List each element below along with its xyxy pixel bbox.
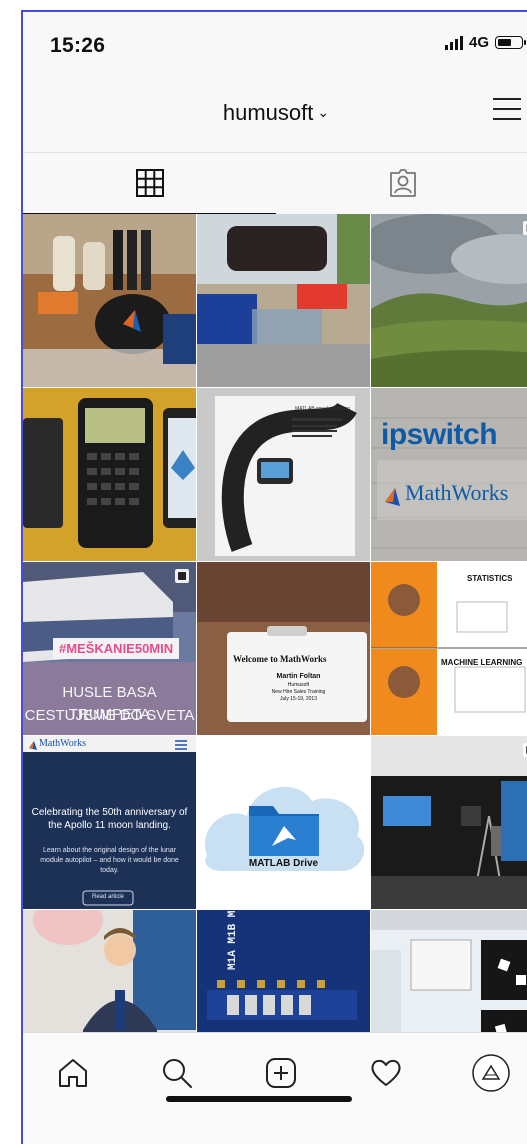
- nav-profile[interactable]: [471, 1053, 511, 1093]
- post-thumbnail[interactable]: ipswitch MathWorks: [371, 388, 527, 561]
- network-label: 4G: [468, 34, 489, 51]
- post-image: [371, 910, 527, 1032]
- story-text-2: CESTUJEME DO SVETA: [24, 707, 195, 724]
- post-image: [197, 388, 370, 561]
- post-thumbnail[interactable]: [371, 736, 527, 909]
- post-thumbnail[interactable]: [371, 214, 527, 387]
- post-image: [371, 388, 527, 561]
- posts-grid: MATLAB speaks Arduino ipswitch MathWorks: [23, 214, 527, 1032]
- post-image: [197, 214, 370, 387]
- post-thumbnail[interactable]: [23, 388, 196, 561]
- post-thumbnail[interactable]: [371, 910, 527, 1032]
- post-image: [371, 736, 527, 909]
- heart-icon: [371, 1059, 401, 1086]
- plus-square-icon: [266, 1058, 296, 1088]
- nav-search[interactable]: [157, 1053, 197, 1093]
- search-icon: [163, 1059, 192, 1088]
- mathworks-brand: MathWorks: [39, 738, 86, 749]
- badge-title: Welcome to MathWorks: [233, 654, 327, 664]
- post-thumbnail[interactable]: #MEŠKANIE50MIN HUSLE BASA TRUMPETA CESTU…: [23, 562, 196, 735]
- username: humusoft: [222, 100, 314, 125]
- post-image: [23, 910, 196, 1032]
- profile-tabs: [23, 152, 527, 215]
- meme-text-1: STATISTICS: [467, 574, 513, 583]
- matlab-drive-label: MATLAB Drive: [248, 858, 319, 869]
- post-image: [371, 214, 527, 387]
- post-thumbnail[interactable]: MATLAB Drive: [197, 736, 370, 909]
- status-time: 15:26: [50, 34, 106, 57]
- tab-grid[interactable]: [23, 153, 276, 214]
- post-image: [23, 214, 196, 387]
- carousel-icon: [175, 569, 189, 583]
- app-frame: 15:26 4G humusoft ⌄ MATLAB speaks Arduin…: [21, 10, 527, 1144]
- carousel-icon: [523, 743, 527, 757]
- badge-name: Martin Foltan: [276, 673, 321, 680]
- nav-new-post[interactable]: [261, 1053, 301, 1093]
- badge-company: Humusoft: [287, 682, 310, 688]
- hamburger-menu-icon[interactable]: [493, 98, 521, 120]
- post-thumbnail[interactable]: [197, 214, 370, 387]
- nav-activity[interactable]: [366, 1053, 406, 1093]
- post-thumbnail[interactable]: Welcome to MathWorks Martin Foltan Humus…: [197, 562, 370, 735]
- username-switcher[interactable]: humusoft ⌄: [23, 100, 527, 126]
- signal-icon: [444, 35, 463, 50]
- post-thumbnail[interactable]: [23, 214, 196, 387]
- article-summary: Learn about the original design of the l…: [40, 847, 179, 874]
- ipswitch-text: ipswitch: [381, 418, 498, 451]
- post-image: [371, 562, 527, 735]
- battery-icon: [495, 36, 526, 49]
- profile-header: humusoft ⌄: [23, 78, 527, 150]
- status-bar: 15:26 4G: [23, 12, 527, 78]
- status-right: 4G: [444, 34, 526, 51]
- post-thumbnail[interactable]: MATLAB speaks Arduino: [197, 388, 370, 561]
- home-icon: [59, 1059, 87, 1087]
- mathworks-text: MathWorks: [405, 480, 509, 505]
- tagged-person-icon: [389, 169, 416, 197]
- meme-text-2: MACHINE LEARNING: [441, 658, 523, 667]
- nav-home[interactable]: [53, 1053, 93, 1093]
- post-image: [197, 736, 370, 909]
- post-image: [197, 562, 370, 735]
- hashtag-sticker: #MEŠKANIE50MIN: [53, 638, 180, 659]
- chevron-down-icon: ⌄: [317, 104, 330, 120]
- post-thumbnail[interactable]: STATISTICS MACHINE LEARNING: [371, 562, 527, 735]
- board-pin-labels: M1A M1B M2A M2B GND VCC: [227, 910, 239, 970]
- home-indicator[interactable]: [166, 1096, 352, 1102]
- post-thumbnail[interactable]: M1A M1B M2A M2B GND VCC: [197, 910, 370, 1032]
- tab-tagged[interactable]: [276, 153, 527, 213]
- post-thumbnail[interactable]: MathWorks Celebrating the 50th anniversa…: [23, 736, 196, 909]
- post-image: [23, 388, 196, 561]
- poster-caption: MATLAB speaks Arduino: [295, 406, 351, 412]
- post-thumbnail[interactable]: [23, 910, 196, 1032]
- profile-avatar-icon: [472, 1054, 510, 1092]
- carousel-icon: [523, 221, 527, 235]
- post-image: [197, 910, 370, 1032]
- badge-event: New Hire Sales Training: [271, 689, 326, 695]
- bottom-navigation: [23, 1032, 527, 1144]
- grid-icon: [135, 169, 164, 197]
- read-article-button: Read article: [91, 894, 124, 900]
- article-headline: Celebrating the 50th anniversary of the …: [31, 807, 188, 831]
- badge-date: July 15-19, 2013: [280, 696, 317, 702]
